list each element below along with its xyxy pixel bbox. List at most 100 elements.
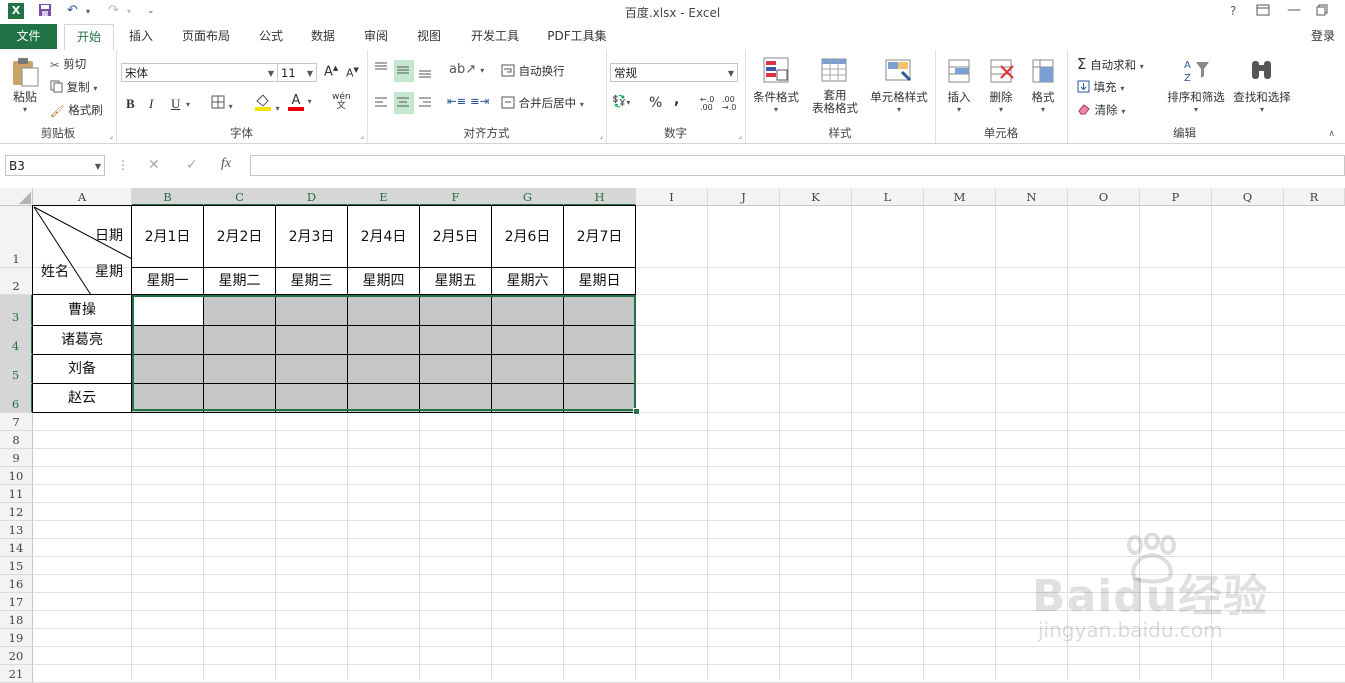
data-cell[interactable] (491, 354, 564, 384)
column-header-H[interactable]: H (564, 188, 636, 206)
fill-handle[interactable] (633, 408, 640, 415)
data-cell[interactable] (419, 294, 492, 326)
font-name-combo[interactable]: 宋体 ▼ (121, 63, 278, 82)
data-cell[interactable] (131, 354, 204, 384)
tab-view[interactable]: 视图 (408, 24, 450, 49)
row-header-8[interactable]: 8 (0, 431, 33, 449)
date-cell[interactable]: 2月5日 (419, 205, 492, 268)
column-header-P[interactable]: P (1140, 188, 1212, 206)
underline-dropdown-icon[interactable]: ▾ (186, 100, 190, 109)
number-format-combo[interactable]: 常规 ▼ (610, 63, 738, 82)
data-cell[interactable] (491, 325, 564, 355)
ribbon-display-icon[interactable] (1256, 4, 1270, 20)
format-cells-button[interactable]: 格式 ▾ (1025, 56, 1061, 114)
row-header-1[interactable]: 1 (0, 206, 33, 268)
date-cell[interactable]: 2月1日 (131, 205, 204, 268)
data-cell[interactable] (275, 325, 348, 355)
column-header-I[interactable]: I (636, 188, 708, 206)
row-header-21[interactable]: 21 (0, 665, 33, 683)
decrease-indent-button[interactable]: ⇤≡ (447, 94, 466, 108)
weekday-cell[interactable]: 星期四 (347, 267, 420, 295)
insert-cells-button[interactable]: 插入 ▾ (941, 56, 977, 114)
column-header-E[interactable]: E (348, 188, 420, 206)
data-cell[interactable] (347, 325, 420, 355)
help-button[interactable]: ? (1230, 4, 1236, 18)
decrease-font-button[interactable]: A▼ (346, 66, 359, 80)
row-header-4[interactable]: 4 (0, 326, 33, 355)
font-launcher-icon[interactable]: ⌟ (360, 131, 364, 140)
name-cell[interactable]: 曹操 (32, 294, 132, 326)
fill-color-button[interactable]: ▾ (254, 93, 280, 114)
increase-decimal-button[interactable]: ←.0.00 (700, 96, 714, 112)
column-header-L[interactable]: L (852, 188, 924, 206)
tab-data[interactable]: 数据 (302, 24, 344, 49)
column-header-G[interactable]: G (492, 188, 564, 206)
underline-button[interactable]: U (171, 96, 180, 112)
restore-icon[interactable] (1316, 4, 1328, 20)
row-header-18[interactable]: 18 (0, 611, 33, 629)
weekday-cell[interactable]: 星期二 (203, 267, 276, 295)
data-cell[interactable] (203, 354, 276, 384)
data-cell[interactable] (203, 325, 276, 355)
row-header-14[interactable]: 14 (0, 539, 33, 557)
column-header-F[interactable]: F (420, 188, 492, 206)
sort-filter-button[interactable]: AZ 排序和筛选 ▾ (1164, 56, 1228, 114)
formula-bar-resize-icon[interactable]: ⋮ (117, 158, 129, 172)
clear-button[interactable]: 清除 ▾ (1077, 102, 1125, 118)
row-header-6[interactable]: 6 (0, 384, 33, 413)
data-cell[interactable] (131, 294, 204, 326)
name-cell[interactable]: 刘备 (32, 354, 132, 384)
data-cell[interactable] (491, 294, 564, 326)
column-header-C[interactable]: C (204, 188, 276, 206)
cell-styles-button[interactable]: 单元格样式 ▾ (866, 56, 932, 114)
data-cell[interactable] (419, 383, 492, 413)
decrease-decimal-button[interactable]: .00 →.0 (722, 96, 736, 112)
wrap-text-button[interactable]: 自动换行 (501, 63, 565, 80)
align-right-button[interactable] (417, 94, 433, 113)
column-header-M[interactable]: M (924, 188, 996, 206)
align-bottom-button[interactable] (417, 60, 435, 80)
row-header-11[interactable]: 11 (0, 485, 33, 503)
date-cell[interactable]: 2月2日 (203, 205, 276, 268)
conditional-format-button[interactable]: 条件格式 ▾ (751, 56, 801, 114)
data-cell[interactable] (419, 354, 492, 384)
row-header-10[interactable]: 10 (0, 467, 33, 485)
align-center-button[interactable] (394, 92, 414, 114)
enter-icon[interactable]: ✓ (186, 157, 198, 173)
format-as-table-button[interactable]: 套用 表格格式 (805, 56, 865, 115)
weekday-cell[interactable]: 星期三 (275, 267, 348, 295)
data-cell[interactable] (347, 294, 420, 326)
row-header-16[interactable]: 16 (0, 575, 33, 593)
data-cell[interactable] (131, 383, 204, 413)
phonetic-button[interactable]: wén 文 (332, 93, 351, 111)
bold-button[interactable]: B (126, 96, 135, 112)
row-header-2[interactable]: 2 (0, 268, 33, 295)
merge-center-button[interactable]: 合并后居中 ▾ (501, 95, 584, 112)
date-cell[interactable]: 2月4日 (347, 205, 420, 268)
date-cell[interactable]: 2月6日 (491, 205, 564, 268)
sign-in-link[interactable]: 登录 (1303, 24, 1343, 49)
data-cell[interactable] (275, 294, 348, 326)
row-header-5[interactable]: 5 (0, 355, 33, 384)
format-painter-button[interactable]: 🖌 格式刷 (50, 102, 103, 118)
row-header-9[interactable]: 9 (0, 449, 33, 467)
alignment-launcher-icon[interactable]: ⌟ (599, 131, 603, 140)
find-select-button[interactable]: 查找和选择 ▾ (1230, 56, 1294, 114)
tab-pdf-tools[interactable]: PDF工具集 (540, 24, 614, 49)
column-header-O[interactable]: O (1068, 188, 1140, 206)
align-top-button[interactable] (373, 60, 391, 80)
weekday-cell[interactable]: 星期五 (419, 267, 492, 295)
data-cell[interactable] (347, 383, 420, 413)
column-header-D[interactable]: D (276, 188, 348, 206)
clipboard-launcher-icon[interactable]: ⌟ (109, 131, 113, 140)
date-cell[interactable]: 2月7日 (563, 205, 636, 268)
fill-button[interactable]: 填充 ▾ (1077, 79, 1124, 96)
align-middle-button[interactable] (394, 60, 414, 82)
column-header-J[interactable]: J (708, 188, 780, 206)
data-cell[interactable] (203, 294, 276, 326)
data-cell[interactable] (563, 325, 636, 355)
row-header-13[interactable]: 13 (0, 521, 33, 539)
paste-button[interactable]: 粘贴 ▾ (7, 56, 43, 114)
align-left-button[interactable] (373, 94, 389, 113)
orientation-button[interactable]: ab↗ ▾ (449, 62, 484, 77)
